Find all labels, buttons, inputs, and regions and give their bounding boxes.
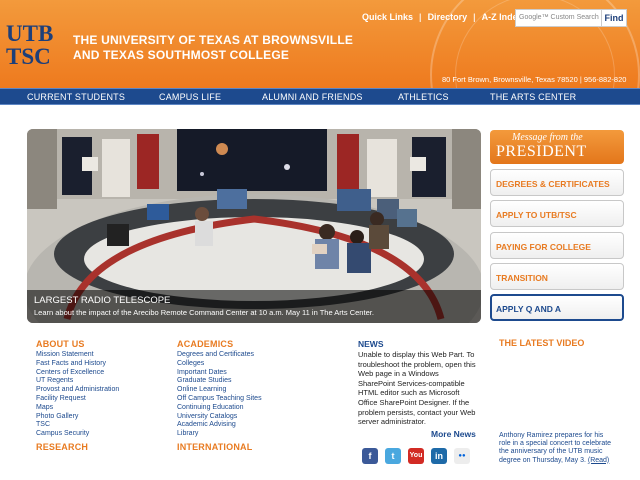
about-link[interactable]: TSC bbox=[36, 421, 119, 430]
linkedin-icon[interactable]: in bbox=[431, 448, 447, 464]
latest-video-heading: THE LATEST VIDEO bbox=[499, 338, 585, 348]
academics-link[interactable]: Degrees and Certificates bbox=[177, 351, 262, 360]
international-heading[interactable]: INTERNATIONAL bbox=[177, 442, 252, 452]
about-link[interactable]: Facility Request bbox=[36, 395, 119, 404]
academics-link[interactable]: Off Campus Teaching Sites bbox=[177, 395, 262, 404]
about-link[interactable]: Photo Gallery bbox=[36, 413, 119, 422]
latest-video-text: Anthony Ramirez prepares for his role in… bbox=[499, 432, 615, 465]
youtube-icon[interactable]: You bbox=[408, 448, 424, 464]
message-from-president-banner[interactable]: Message from the PRESIDENT bbox=[490, 130, 624, 164]
degrees-certificates-button[interactable]: DEGREES & CERTIFICATES bbox=[490, 169, 624, 196]
nav-campus-life[interactable]: CAMPUS LIFE bbox=[159, 92, 221, 102]
hero-caption: LARGEST RADIO TELESCOPE Learn about the … bbox=[27, 290, 481, 323]
main-nav: CURRENT STUDENTS CAMPUS LIFE ALUMNI AND … bbox=[0, 88, 640, 105]
research-heading[interactable]: RESEARCH bbox=[36, 442, 88, 452]
paying-for-college-button[interactable]: PAYING FOR COLLEGE bbox=[490, 232, 624, 259]
nav-current-students[interactable]: CURRENT STUDENTS bbox=[27, 92, 125, 102]
hero-text: Learn about the impact of the Arecibo Re… bbox=[34, 308, 374, 317]
news-heading: NEWS bbox=[358, 339, 384, 349]
academics-link[interactable]: Library bbox=[177, 430, 262, 439]
flickr-icon[interactable]: ●● bbox=[454, 448, 470, 464]
hero-title[interactable]: LARGEST RADIO TELESCOPE bbox=[34, 295, 170, 306]
about-us-list: Mission Statement Fast Facts and History… bbox=[36, 351, 119, 439]
logo-line-1: UTB bbox=[6, 21, 54, 46]
academics-heading[interactable]: ACADEMICS bbox=[177, 339, 233, 349]
message-banner-line-1: Message from the bbox=[512, 132, 583, 143]
about-link[interactable]: Centers of Excellence bbox=[36, 369, 119, 378]
find-button[interactable]: Find bbox=[601, 9, 627, 27]
quick-links-link[interactable]: Quick Links bbox=[362, 12, 413, 22]
site-header: UTB TSC THE UNIVERSITY OF TEXAS AT BROWN… bbox=[0, 0, 640, 88]
academics-link[interactable]: Online Learning bbox=[177, 386, 262, 395]
hero-slideshow[interactable]: LARGEST RADIO TELESCOPE Learn about the … bbox=[27, 129, 481, 323]
academics-link[interactable]: Colleges bbox=[177, 360, 262, 369]
academics-link[interactable]: Academic Advising bbox=[177, 421, 262, 430]
directory-link[interactable]: Directory bbox=[428, 12, 468, 22]
address-text: 80 Fort Brown, Brownsville, Texas 78520 … bbox=[442, 75, 627, 84]
academics-link[interactable]: Important Dates bbox=[177, 369, 262, 378]
about-link[interactable]: Maps bbox=[36, 404, 119, 413]
nav-athletics[interactable]: ATHLETICS bbox=[398, 92, 449, 102]
university-name: THE UNIVERSITY OF TEXAS AT BROWNSVILLE A… bbox=[73, 33, 353, 63]
transition-button[interactable]: TRANSITION bbox=[490, 263, 624, 290]
university-name-line-1: THE UNIVERSITY OF TEXAS AT BROWNSVILLE bbox=[73, 33, 354, 47]
academics-link[interactable]: Continuing Education bbox=[177, 404, 262, 413]
about-link[interactable]: Provost and Administration bbox=[36, 386, 119, 395]
apply-q-and-a-button[interactable]: APPLY Q AND A bbox=[490, 294, 624, 321]
nav-the-arts-center[interactable]: THE ARTS CENTER bbox=[490, 92, 576, 102]
news-error-text: Unable to display this Web Part. To trou… bbox=[358, 350, 476, 427]
top-links: Quick Links | Directory | A-Z Index bbox=[362, 12, 523, 22]
logo-line-2: TSC bbox=[6, 44, 51, 69]
more-news-link[interactable]: More News bbox=[431, 429, 476, 439]
apply-button[interactable]: APPLY TO UTB/TSC bbox=[490, 200, 624, 227]
nav-alumni-and-friends[interactable]: ALUMNI AND FRIENDS bbox=[262, 92, 363, 102]
utb-tsc-logo[interactable]: UTB TSC bbox=[6, 22, 53, 68]
university-name-line-2: AND TEXAS SOUTHMOST COLLEGE bbox=[73, 48, 290, 62]
facebook-icon[interactable]: f bbox=[362, 448, 378, 464]
link-separator: | bbox=[473, 12, 476, 22]
academics-link[interactable]: Graduate Studies bbox=[177, 377, 262, 386]
search-input[interactable]: Google™ Custom Search bbox=[515, 9, 603, 27]
social-links: f t You in ●● bbox=[362, 448, 477, 464]
about-link[interactable]: UT Regents bbox=[36, 377, 119, 386]
about-link[interactable]: Campus Security bbox=[36, 430, 119, 439]
academics-link[interactable]: University Catalogs bbox=[177, 413, 262, 422]
about-link[interactable]: Mission Statement bbox=[36, 351, 119, 360]
twitter-icon[interactable]: t bbox=[385, 448, 401, 464]
link-separator: | bbox=[419, 12, 422, 22]
message-banner-line-2: PRESIDENT bbox=[496, 143, 587, 160]
about-link[interactable]: Fast Facts and History bbox=[36, 360, 119, 369]
academics-list: Degrees and Certificates Colleges Import… bbox=[177, 351, 262, 439]
about-us-heading[interactable]: ABOUT US bbox=[36, 339, 85, 349]
read-link[interactable]: (Read) bbox=[588, 457, 609, 464]
